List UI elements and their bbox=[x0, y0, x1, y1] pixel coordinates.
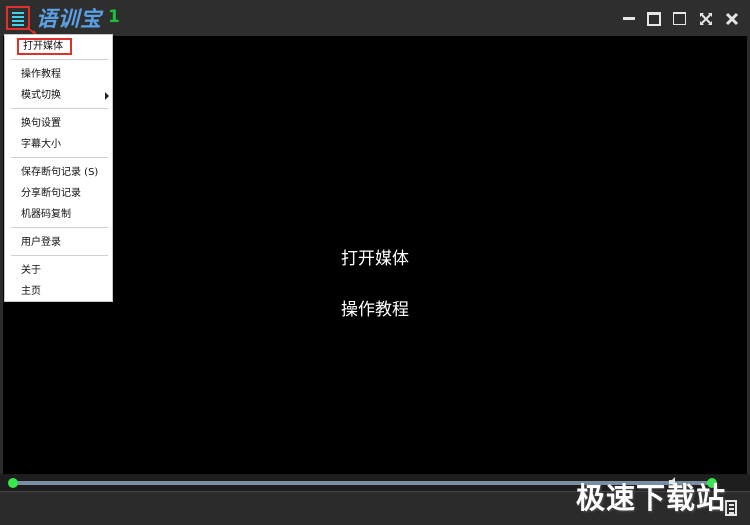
app-title: 语训宝 bbox=[36, 7, 102, 31]
menu-item-copy-machine-code[interactable]: 机器码复制 bbox=[5, 205, 114, 225]
menu-item-mode-switch-label: 模式切换 bbox=[21, 90, 61, 101]
menu-item-mode-switch[interactable]: 模式切换 bbox=[5, 86, 114, 106]
menu-item-user-login[interactable]: 用户登录 bbox=[5, 233, 114, 253]
menu-item-homepage[interactable]: 主页 bbox=[5, 282, 114, 302]
menu-item-sentence-settings[interactable]: 换句设置 bbox=[5, 114, 114, 134]
app-version: 1 bbox=[108, 7, 120, 27]
watermark-text: 极速下载站 bbox=[576, 481, 727, 515]
video-area[interactable]: 打开媒体 操作教程 bbox=[3, 36, 747, 474]
seek-knob[interactable] bbox=[8, 478, 18, 488]
close-icon[interactable] bbox=[725, 11, 739, 26]
menu-item-save-records[interactable]: 保存断句记录 (S) bbox=[5, 163, 114, 183]
menu-separator bbox=[11, 108, 108, 109]
menu-item-subtitle-size[interactable]: 字幕大小 bbox=[5, 135, 114, 155]
restore-icon[interactable] bbox=[647, 11, 661, 26]
title-bar: 语训宝 1 bbox=[0, 0, 750, 36]
menu-separator bbox=[11, 59, 108, 60]
menu-separator bbox=[11, 227, 108, 228]
maximize-icon[interactable] bbox=[673, 11, 687, 25]
minimize-icon[interactable] bbox=[622, 11, 636, 25]
fullscreen-icon[interactable] bbox=[699, 11, 713, 25]
menu-item-open-media[interactable]: 打开媒体 bbox=[17, 38, 72, 55]
open-media-link[interactable]: 打开媒体 bbox=[3, 244, 747, 269]
submenu-arrow-icon bbox=[105, 92, 109, 100]
main-menu-dropdown: 打开媒体 操作教程 模式切换 换句设置 字幕大小 保存断句记录 (S) 分享断句… bbox=[4, 34, 113, 302]
menu-item-about[interactable]: 关于 bbox=[5, 261, 114, 281]
tutorial-link[interactable]: 操作教程 bbox=[3, 295, 747, 320]
menu-separator bbox=[11, 157, 108, 158]
app-window: 语训宝 1 打开媒体 操作教程 打开媒体 操作教程 模式切换 换句设置 字幕大小… bbox=[0, 0, 750, 525]
menu-separator bbox=[11, 255, 108, 256]
menu-item-tutorial[interactable]: 操作教程 bbox=[5, 65, 114, 85]
playlist-icon[interactable] bbox=[725, 500, 737, 516]
menu-item-share-records[interactable]: 分享断句记录 bbox=[5, 184, 114, 204]
